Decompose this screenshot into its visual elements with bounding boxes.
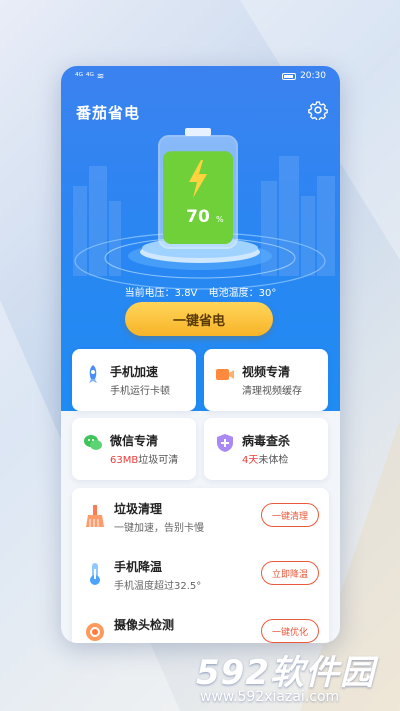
status-bar: ⁴ᴳ ⁴ᴳ ≋ 20:30 xyxy=(61,66,340,88)
optimize-button[interactable]: 一键优化 xyxy=(261,619,319,643)
video-icon xyxy=(216,369,234,380)
thermometer-icon xyxy=(90,563,100,585)
site-watermark: 592软件园 www.592xiazai.com xyxy=(196,645,396,707)
card-title: 手机加速 xyxy=(110,365,159,379)
shield-icon xyxy=(217,434,233,452)
tool-list: 垃圾清理 一键加速，告别卡慢 一键清理 手机降温 手机温度超过32.5° 立即降… xyxy=(72,488,329,643)
one-click-save-button[interactable]: 一键省电 xyxy=(125,302,273,336)
card-title: 病毒查杀 xyxy=(242,434,291,448)
card-subtitle: 手机运行卡顿 xyxy=(110,386,170,397)
cool-down-button[interactable]: 立即降温 xyxy=(261,561,319,585)
status-time: 20:30 xyxy=(300,71,326,81)
phone-screen: ⁴ᴳ ⁴ᴳ ≋ 20:30 番茄省电 70 % 当前电压：3.8V 电池温度：3… xyxy=(61,66,340,643)
list-item-title: 手机降温 xyxy=(114,560,163,574)
voltage-text: 当前电压：3.8V xyxy=(124,288,198,299)
card-video-clean[interactable]: 视频专清 清理视频缓存 xyxy=(204,349,328,411)
rocket-icon xyxy=(89,365,97,383)
watermark-logo: 592软件园 xyxy=(196,653,375,693)
card-title: 微信专清 xyxy=(110,434,159,448)
gear-icon[interactable] xyxy=(308,100,328,120)
list-item-subtitle: 手机温度超过32.5° xyxy=(114,581,202,592)
broom-icon xyxy=(86,505,104,527)
battery-status-icon xyxy=(282,72,297,80)
battery-info: 当前电压：3.8V 电池温度：30° xyxy=(61,284,340,299)
temperature-text: 电池温度：30° xyxy=(208,288,277,299)
list-item-subtitle: 一键加速，告别卡慢 xyxy=(114,523,204,534)
list-item[interactable]: 手机降温 手机温度超过32.5° 立即降温 xyxy=(72,548,329,606)
camera-icon xyxy=(86,623,104,641)
watermark-url: www.592xiazai.com xyxy=(200,689,340,705)
battery-illustration: 70 % xyxy=(158,128,238,249)
battery-percent: 70 xyxy=(186,207,210,227)
list-item[interactable]: 垃圾清理 一键加速，告别卡慢 一键清理 xyxy=(72,490,329,548)
list-item-title: 摄像头检测 xyxy=(114,618,175,632)
card-subtitle: 清理视频缓存 xyxy=(242,386,302,397)
battery-fill xyxy=(163,151,233,244)
list-item[interactable]: 摄像头检测 一键优化 xyxy=(72,606,329,643)
clean-now-button[interactable]: 一键清理 xyxy=(261,503,319,527)
card-phone-boost[interactable]: 手机加速 手机运行卡顿 xyxy=(72,349,196,411)
battery-percent-unit: % xyxy=(216,215,224,224)
list-item-title: 垃圾清理 xyxy=(114,502,163,516)
card-subtitle: 4天未体检 xyxy=(242,455,289,466)
signal-indicator: ⁴ᴳ ⁴ᴳ ≋ xyxy=(75,72,105,82)
junk-size: 63MB xyxy=(110,455,139,466)
wechat-icon xyxy=(84,435,102,450)
card-wechat-clean[interactable]: 微信专清 63MB垃圾可清 xyxy=(72,418,196,480)
days-since-scan: 4天 xyxy=(242,455,259,466)
card-subtitle: 63MB垃圾可清 xyxy=(110,455,179,466)
card-virus-scan[interactable]: 病毒查杀 4天未体检 xyxy=(204,418,328,480)
app-title: 番茄省电 xyxy=(76,104,141,122)
card-title: 视频专清 xyxy=(242,365,291,379)
